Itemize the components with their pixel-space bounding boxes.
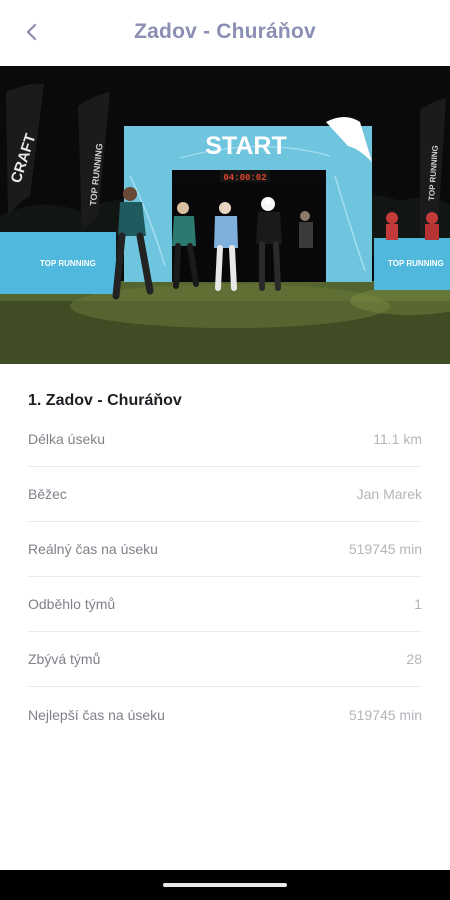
app-header: Zadov - Churáňov [0,0,450,66]
row-value: 519745 min [348,706,422,723]
row-teams-finished: Odběhlo týmů 1 [28,577,422,632]
row-runner: Běžec Jan Marek [28,467,422,522]
race-clock-text: 04:00:02 [223,173,266,183]
row-value: 11.1 km [373,431,422,447]
stage-info-list: Délka úseku 11.1 km Běžec Jan Marek Reál… [28,412,422,742]
row-best-time: Nejlepší čas na úseku 519745 min [28,687,422,742]
screen: Zadov - Churáňov CRAFT TOP RUNNING TOP R… [0,0,450,900]
section-title: 1. Zadov - Churáňov [28,392,182,409]
row-value: 1 [414,596,422,612]
arch-text: START [205,132,286,160]
row-label: Délka úseku [28,431,106,447]
row-label: Zbývá týmů [28,651,101,667]
row-label: Reálný čas na úseku [28,541,158,557]
row-label: Odběhlo týmů [28,596,116,612]
row-real-time: Reálný čas na úseku 519745 min [28,522,422,577]
row-teams-remaining: Zbývá týmů 28 [28,632,422,687]
home-indicator[interactable] [163,883,287,887]
row-value: Jan Marek [356,486,422,502]
left-barrier-text: TOP RUNNING [40,259,96,268]
right-barrier-text: TOP RUNNING [388,259,444,268]
page-title: Zadov - Churáňov [134,20,316,43]
system-gesture-bar [0,870,450,900]
row-label: Běžec [28,486,67,502]
row-value: 28 [406,651,422,667]
stage-photo: CRAFT TOP RUNNING TOP RUNNING START 04:0… [0,66,450,364]
row-value: 519745 min [348,541,422,557]
row-stage-length: Délka úseku 11.1 km [28,412,422,467]
row-label: Nejlepší čas na úseku [28,706,165,723]
